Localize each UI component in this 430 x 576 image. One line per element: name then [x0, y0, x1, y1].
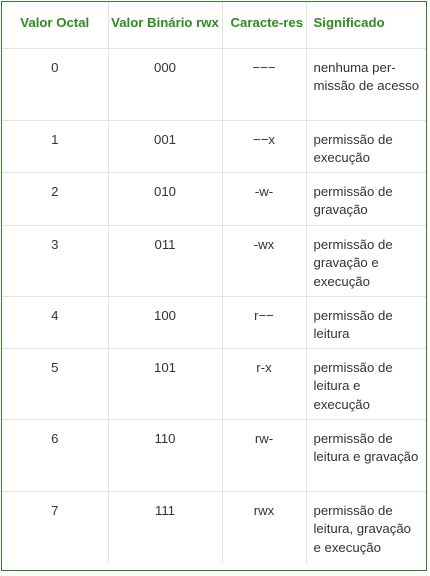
cell-characters: -wx	[221, 224, 307, 297]
cell-characters: rwx	[221, 490, 307, 563]
table-row: 3 011 -wx permissão de gravação e execuç…	[2, 224, 426, 297]
cell-binary: 100	[107, 295, 223, 349]
cell-octal: 0	[2, 47, 109, 121]
cell-meaning: permissão de leitura, gravação e execuçã…	[305, 490, 426, 563]
cell-octal: 7	[2, 490, 109, 563]
cell-binary: 111	[107, 490, 223, 563]
cell-characters: r−−	[221, 295, 307, 349]
cell-characters: −−x	[221, 119, 307, 173]
cell-meaning: permissão de execução	[305, 119, 426, 173]
cell-octal: 3	[2, 224, 109, 297]
header-characters: Caracte-res	[221, 2, 307, 49]
header-meaning: Significado	[305, 2, 426, 49]
permissions-table: Valor Octal Valor Binário rwx Caracte-re…	[2, 2, 426, 563]
header-binary: Valor Binário rwx	[107, 2, 223, 49]
cell-octal: 6	[2, 418, 109, 492]
cell-characters: -w-	[221, 171, 307, 226]
cell-characters: r-x	[221, 347, 307, 420]
table-row: 5 101 r-x permissão de leitura e execuçã…	[2, 347, 426, 420]
header-octal: Valor Octal	[2, 2, 109, 49]
table-header-row: Valor Octal Valor Binário rwx Caracte-re…	[2, 2, 426, 49]
table-row: 7 111 rwx permissão de leitura, gravação…	[2, 490, 426, 563]
cell-octal: 2	[2, 171, 109, 226]
cell-binary: 011	[107, 224, 223, 297]
cell-meaning: permissão de leitura e gravação	[305, 418, 426, 492]
cell-octal: 4	[2, 295, 109, 349]
cell-meaning: permissão de leitura	[305, 295, 426, 349]
table-row: 4 100 r−− permissão de leitura	[2, 295, 426, 349]
table-row: 2 010 -w- permissão de gravação	[2, 171, 426, 226]
cell-binary: 000	[107, 47, 223, 121]
cell-meaning: nenhuma per-missão de acesso	[305, 47, 426, 121]
cell-binary: 110	[107, 418, 223, 492]
cell-characters: rw-	[221, 418, 307, 492]
cell-meaning: permissão de gravação e execução	[305, 224, 426, 297]
table-row: 0 000 −−− nenhuma per-missão de acesso	[2, 47, 426, 121]
permissions-table-container: Valor Octal Valor Binário rwx Caracte-re…	[1, 1, 427, 571]
cell-binary: 001	[107, 119, 223, 173]
cell-binary: 101	[107, 347, 223, 420]
table-row: 6 110 rw- permissão de leitura e gravaçã…	[2, 418, 426, 492]
cell-characters: −−−	[221, 47, 307, 121]
cell-octal: 5	[2, 347, 109, 420]
cell-octal: 1	[2, 119, 109, 173]
table-row: 1 001 −−x permissão de execução	[2, 119, 426, 173]
cell-meaning: permissão de gravação	[305, 171, 426, 226]
cell-meaning: permissão de leitura e execução	[305, 347, 426, 420]
cell-binary: 010	[107, 171, 223, 226]
